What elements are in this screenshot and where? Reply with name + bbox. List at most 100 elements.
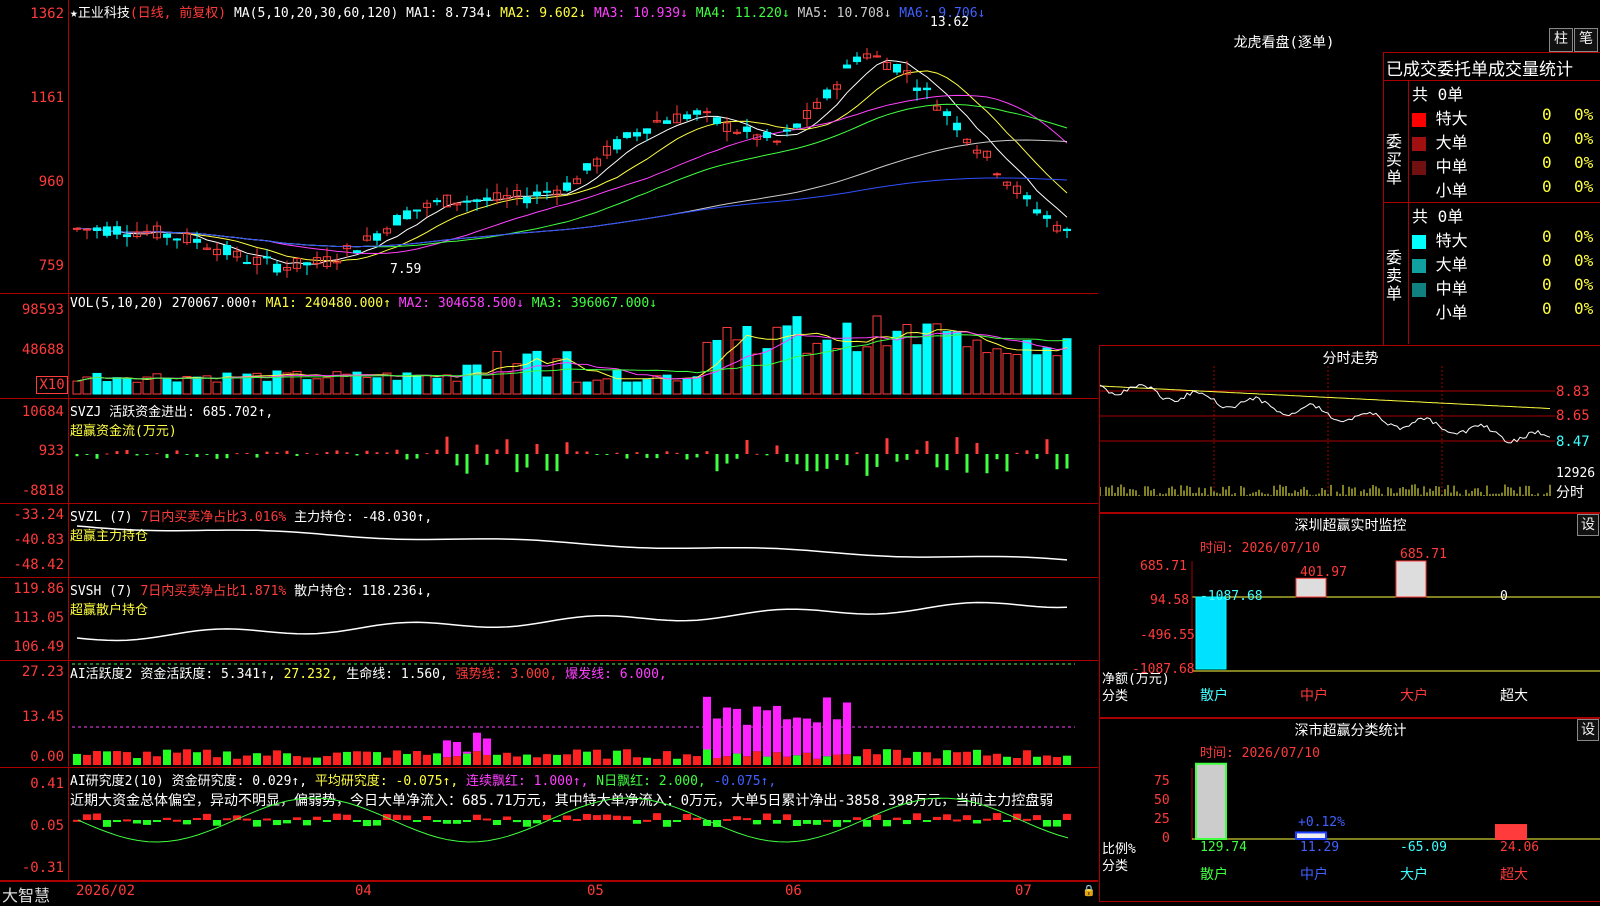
volume-bar: [912, 344, 922, 395]
svsh-panel[interactable]: 119.86 113.05 106.49 SVSH (7) 7日内买卖净占比1.…: [0, 578, 1098, 661]
retail-holding-line: [76, 601, 1068, 642]
sz-monitor-panel[interactable]: 深圳超赢实时监控 设 时间: 2026/07/10 685.71 94.58 -…: [1099, 512, 1600, 719]
volume-bar: [372, 377, 382, 395]
pen-view-button[interactable]: 笔: [1574, 28, 1598, 52]
ai-activity-panel[interactable]: 27.23 13.45 0.00 AI活跃度2 资金活跃度: 5.341↑, 2…: [0, 661, 1098, 768]
candle-body: [1063, 228, 1071, 232]
activity-bar: [1053, 757, 1061, 765]
flow-bar: [935, 454, 939, 468]
activity-bar: [443, 757, 451, 765]
flow-bar: [745, 439, 749, 454]
activity-bar: [493, 754, 501, 765]
research-bar: [1053, 820, 1061, 827]
flow-bar: [265, 451, 269, 454]
date-tick: 06: [785, 883, 802, 899]
research-bar: [493, 820, 501, 826]
research-bar: [883, 820, 891, 827]
activity-bar: [173, 752, 181, 765]
activity-bar: [613, 750, 621, 765]
flow-bar: [885, 438, 889, 454]
candle-body: [893, 64, 901, 73]
candle-body: [1043, 215, 1051, 219]
lock-icon[interactable]: 🔒: [1082, 884, 1096, 897]
candlestick-chart[interactable]: [0, 0, 1098, 293]
flow-bar: [125, 449, 129, 454]
research-bar: [663, 820, 671, 827]
research-bar: [253, 820, 261, 827]
date-axis[interactable]: 大智慧 2026/02 04 05 06 07 🔒: [0, 881, 1098, 905]
research-bar: [443, 820, 451, 824]
indicator-line: [76, 525, 1068, 561]
volume-bar: [312, 378, 322, 395]
legend-swatch: [1412, 136, 1426, 151]
volume-bar: [982, 352, 992, 395]
research-bar: [903, 820, 911, 825]
order-row: 小单 0 0%: [1412, 299, 1600, 322]
flow-bar: [985, 454, 989, 474]
volume-bar: [592, 379, 602, 395]
volume-bar: [452, 380, 462, 395]
activity-bar: [953, 752, 961, 765]
activity-bar: [643, 757, 651, 765]
volume-panel[interactable]: 98593 48688 X10 VOL(5,10,20) 270067.000↑…: [0, 294, 1098, 399]
candle-body: [743, 126, 751, 132]
research-bar: [843, 820, 851, 823]
research-bar: [83, 814, 91, 820]
research-bar: [223, 818, 231, 821]
flow-bar: [765, 454, 769, 456]
activity-bar: [873, 754, 881, 765]
kline-panel[interactable]: 1362 1161 960 759 ★正业科技(日线, 前复权) MA(5,10…: [0, 0, 1098, 294]
research-bar: [723, 818, 731, 821]
candle-body: [403, 210, 411, 220]
net-bar: [1195, 596, 1227, 670]
research-bar: [1043, 820, 1051, 827]
flow-bar: [565, 442, 569, 454]
research-bar: [943, 814, 951, 820]
candle-body: [543, 190, 551, 193]
volume-bar: [342, 373, 352, 395]
flow-bar: [435, 449, 439, 454]
research-bar: [863, 820, 871, 827]
flow-bar: [455, 454, 459, 466]
flow-bar: [685, 454, 689, 460]
sz-class-panel[interactable]: 深市超赢分类统计 设 时间: 2026/07/10 75 50 25 0 比例%…: [1099, 717, 1600, 902]
activity-bar: [573, 749, 581, 765]
legend-swatch: [1412, 258, 1426, 273]
research-bar: [413, 820, 421, 822]
flow-bar: [425, 453, 429, 455]
flow-bar: [515, 454, 519, 473]
flow-bar: [625, 454, 629, 459]
bar-view-button[interactable]: 柱: [1549, 28, 1573, 52]
volume-bar: [1042, 347, 1052, 395]
research-bar: [113, 820, 121, 822]
flow-bar: [965, 454, 969, 473]
research-bar: [203, 813, 211, 820]
flow-bar: [1015, 452, 1019, 454]
research-bar: [243, 818, 251, 821]
research-bar: [833, 820, 841, 827]
svzj-panel[interactable]: 10684 933 -8818 SVZJ 活跃资金进出: 685.702↑, 超…: [0, 399, 1098, 504]
research-bar: [633, 820, 641, 824]
activity-bar: [343, 751, 351, 765]
candle-body: [793, 123, 801, 128]
intraday-chart[interactable]: [1100, 346, 1600, 513]
volume-bar: [952, 331, 962, 395]
activity-peak: [763, 710, 771, 757]
value-label: 0: [1500, 589, 1508, 604]
activity-bar: [253, 753, 261, 765]
activity-bar: [993, 753, 1001, 765]
activity-bar: [753, 751, 761, 765]
ai-research-panel[interactable]: 0.41 0.05 -0.31 AI研究度2(10) 资金研究度: 0.029↑…: [0, 768, 1098, 881]
svzl-panel[interactable]: -33.24 -40.83 -48.42 SVZL (7) 7日内买卖净占比3.…: [0, 504, 1098, 578]
volume-bar: [712, 339, 722, 395]
candle-body: [923, 87, 931, 91]
legend-swatch: [1412, 160, 1426, 175]
volume-bar: [462, 364, 472, 395]
research-bar: [503, 816, 511, 820]
intraday-panel[interactable]: 分时走势 8.83 8.65 8.47 12926 分时: [1099, 345, 1600, 514]
activity-bar: [523, 754, 531, 765]
flow-bar: [1055, 454, 1059, 470]
dragon-panel[interactable]: 龙虎看盘(逐单) 柱 笔 已成交委托单成交量统计 委买单 共 0单 特大 0 0% …: [1099, 0, 1600, 345]
activity-bar: [423, 754, 431, 765]
activity-peak: [443, 740, 451, 758]
